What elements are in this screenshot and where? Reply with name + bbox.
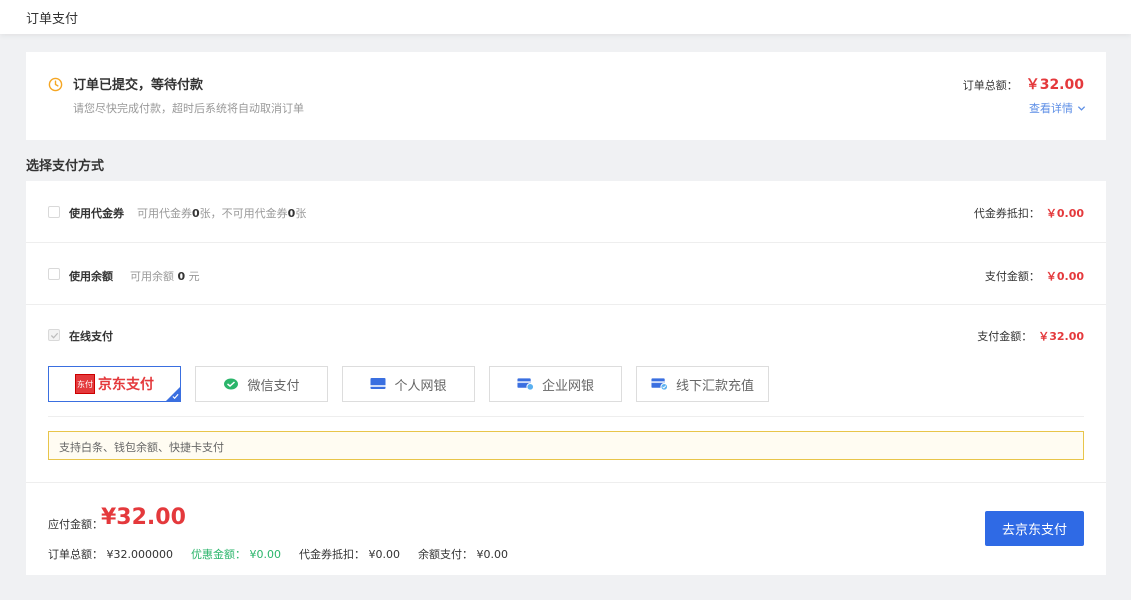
payment-methods: 东付 京东支付 微信支付 个人网银 企业网银 线下汇款充值 [48,366,783,402]
method-jd-pay-label: 京东支付 [98,377,154,393]
payable-amount: ¥32.00 [101,505,186,530]
voucher-desc: 可用代金券0张，不可用代金券0张 [137,205,306,221]
balance-row: 使用余额 可用余额 0 元 支付金额： ￥0.00 [26,243,1106,305]
balance-label: 使用余额 [69,270,113,283]
jd-pay-icon: 东付 京东支付 [75,374,154,394]
order-total: 订单总额： ￥32.00 [963,74,1084,94]
wechat-icon [223,376,239,392]
balance-pay-amount: 支付金额： ￥0.00 [985,268,1084,284]
order-total-amount: ￥32.00 [1025,77,1084,93]
balance-pay-label: 支付金额： [984,270,1040,283]
divider [26,482,1106,483]
order-status-subtitle: 请您尽快完成付款，超时后系统将自动取消订单 [73,102,304,115]
check-icon [172,393,179,400]
section-title: 选择支付方式 [26,159,105,174]
voucher-row: 使用代金券 可用代金券0张，不可用代金券0张 代金券抵扣： ￥0.00 [26,181,1106,243]
summary-discount: 优惠金额： ¥0.00 [191,546,281,562]
online-pay-amount-value: ￥32.00 [1038,330,1084,343]
view-details-label: 查看详情 [1029,102,1073,115]
balance-checkbox[interactable] [48,268,60,280]
online-pay-amount: 支付金额： ￥32.00 [977,328,1084,344]
summary-order-total-value: ¥32.000000 [106,548,173,561]
summary-order-total-label: 订单总额： [48,548,103,561]
order-status-title: 订单已提交，等待付款 [73,78,204,93]
online-pay-checkbox[interactable] [48,329,60,341]
voucher-available-count: 0 [192,207,200,220]
clock-icon [48,77,63,92]
method-enterprise-bank[interactable]: 企业网银 [489,366,622,402]
top-bar: 订单支付 [0,0,1131,34]
method-offline-transfer-label: 线下汇款充值 [675,378,754,394]
order-total-label: 订单总额： [962,79,1018,92]
check-icon [50,332,59,339]
payment-card: 使用代金券 可用代金券0张，不可用代金券0张 代金券抵扣： ￥0.00 使用余额… [26,181,1106,575]
balance-desc-prefix: 可用余额 [130,270,174,283]
page-title: 订单支付 [26,12,79,27]
divider [48,416,1084,417]
voucher-desc-mid: 张，不可用代金券 [199,207,288,220]
online-pay-label: 在线支付 [69,330,113,343]
summary-order-total: 订单总额： ¥32.000000 [48,546,173,562]
online-pay-amount-label: 支付金额： [977,330,1033,343]
method-wechat-pay-label: 微信支付 [247,378,300,394]
payable-label: 应付金额： [48,518,103,531]
offline-transfer-icon [651,377,668,391]
personal-bank-icon [370,377,386,391]
method-wechat-pay[interactable]: 微信支付 [195,366,328,402]
method-personal-bank[interactable]: 个人网银 [342,366,475,402]
voucher-desc-prefix: 可用代金券 [137,207,192,220]
method-offline-transfer[interactable]: 线下汇款充值 [636,366,769,402]
chevron-down-icon [1077,105,1086,111]
voucher-deduction: 代金券抵扣： ￥0.00 [974,205,1084,221]
voucher-checkbox[interactable] [48,206,60,218]
summary-voucher-label: 代金券抵扣： [298,548,365,561]
summary-discount-label: 优惠金额： [190,548,246,561]
payment-tip: 支持白条、钱包余额、快捷卡支付 [48,431,1084,460]
balance-desc-suffix: 元 [188,270,200,283]
view-details-link[interactable]: 查看详情 [1029,100,1086,116]
voucher-deduction-amount: ￥0.00 [1045,207,1084,220]
method-jd-pay[interactable]: 东付 京东支付 [48,366,181,402]
enterprise-bank-icon [517,377,534,391]
jd-pay-badge: 东付 [75,374,95,394]
order-summary: 订单总额： ¥32.000000 优惠金额： ¥0.00 代金券抵扣： ¥0.0… [48,546,526,562]
balance-amount: 0 [177,270,186,283]
order-status-card: 订单已提交，等待付款 请您尽快完成付款，超时后系统将自动取消订单 订单总额： ￥… [26,52,1106,140]
go-jd-pay-button[interactable]: 去京东支付 [985,511,1084,546]
summary-voucher: 代金券抵扣： ¥0.00 [299,546,400,562]
summary-voucher-value: ¥0.00 [368,548,400,561]
balance-pay-value: ￥0.00 [1045,270,1084,283]
method-personal-bank-label: 个人网银 [394,378,447,394]
voucher-label: 使用代金券 [69,207,124,220]
voucher-desc-suffix: 张 [295,207,307,220]
summary-balance-label: 余额支付： [417,548,473,561]
summary-discount-value: ¥0.00 [249,548,281,561]
method-enterprise-bank-label: 企业网银 [541,378,594,394]
voucher-deduction-label: 代金券抵扣： [973,207,1040,220]
summary-balance: 余额支付： ¥0.00 [418,546,508,562]
balance-desc: 可用余额 0 元 [130,268,200,284]
summary-balance-value: ¥0.00 [476,548,508,561]
